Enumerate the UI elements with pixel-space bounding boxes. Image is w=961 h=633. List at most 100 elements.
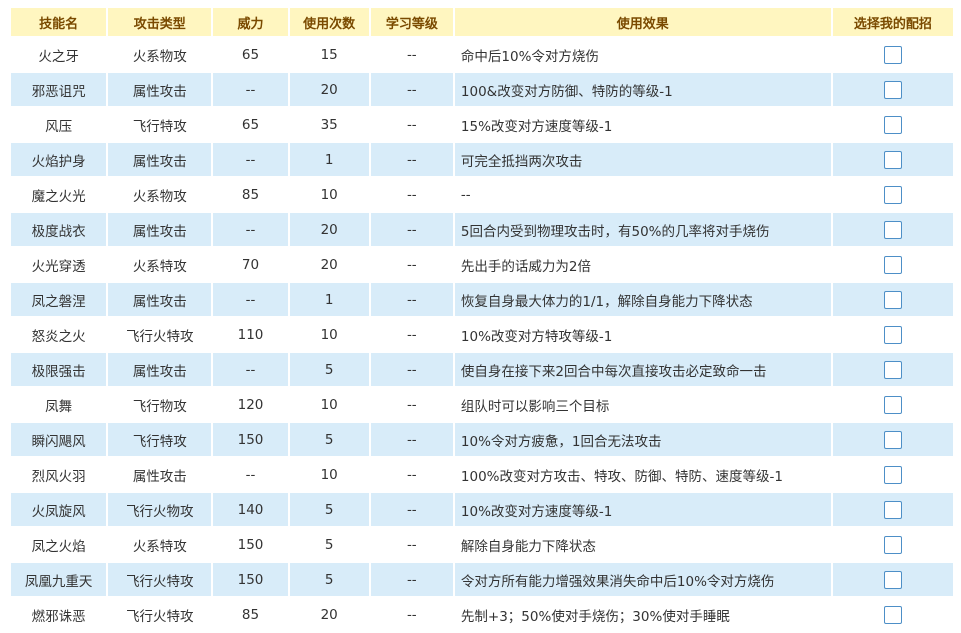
select-move-checkbox[interactable]: [883, 290, 902, 309]
power-cell: 150: [213, 423, 288, 456]
learn-level-cell: --: [370, 528, 453, 561]
select-cell: [832, 423, 953, 456]
learn-level-cell: --: [370, 563, 453, 596]
learn-level-cell: --: [370, 318, 453, 351]
skill-name-cell: 火焰护身: [11, 143, 107, 176]
select-cell: [832, 563, 953, 596]
skill-name-cell: 邪恶诅咒: [11, 73, 107, 106]
effect-cell: 使自身在接下来2回合中每次直接攻击必定致命一击: [454, 353, 831, 386]
select-move-checkbox[interactable]: [883, 500, 902, 519]
select-move-checkbox[interactable]: [883, 465, 902, 484]
skill-name-cell: 火光穿透: [11, 248, 107, 281]
select-cell: [832, 178, 953, 211]
table-row: 烈风火羽 属性攻击 -- 10 -- 100%改变对方攻击、特攻、防御、特防、速度等级-1: [11, 458, 953, 491]
power-cell: 65: [213, 108, 288, 141]
table-row: 魔之火光 火系物攻 85 10 -- --: [11, 178, 953, 211]
power-cell: --: [213, 458, 288, 491]
use-count-cell: 10: [289, 318, 369, 351]
learn-level-cell: --: [370, 283, 453, 316]
select-cell: [832, 213, 953, 246]
use-count-cell: 10: [289, 178, 369, 211]
use-count-cell: 20: [289, 73, 369, 106]
learn-level-cell: --: [370, 143, 453, 176]
use-count-cell: 5: [289, 528, 369, 561]
use-count-cell: 20: [289, 248, 369, 281]
attack-type-cell: 飞行特攻: [108, 108, 212, 141]
power-cell: 65: [213, 38, 288, 71]
skill-table-container: 技能名 攻击类型 威力 使用次数 学习等级 使用效果 选择我的配招 火之牙 火系物…: [11, 8, 953, 633]
power-cell: 140: [213, 493, 288, 526]
select-move-checkbox[interactable]: [883, 185, 902, 204]
header-power: 威力: [213, 8, 288, 36]
attack-type-cell: 属性攻击: [108, 458, 212, 491]
effect-cell: 可完全抵挡两次攻击: [454, 143, 831, 176]
effect-cell: 10%改变对方特攻等级-1: [454, 318, 831, 351]
attack-type-cell: 飞行火特攻: [108, 598, 212, 631]
select-move-checkbox[interactable]: [883, 80, 902, 99]
attack-type-cell: 属性攻击: [108, 353, 212, 386]
effect-cell: 15%改变对方速度等级-1: [454, 108, 831, 141]
select-move-checkbox[interactable]: [883, 255, 902, 274]
table-row: 极限强击 属性攻击 -- 5 -- 使自身在接下来2回合中每次直接攻击必定致命一击: [11, 353, 953, 386]
select-cell: [832, 493, 953, 526]
attack-type-cell: 属性攻击: [108, 143, 212, 176]
effect-cell: 组队时可以影响三个目标: [454, 388, 831, 421]
select-move-checkbox[interactable]: [883, 430, 902, 449]
use-count-cell: 20: [289, 598, 369, 631]
attack-type-cell: 飞行特攻: [108, 423, 212, 456]
power-cell: --: [213, 283, 288, 316]
table-row: 火焰护身 属性攻击 -- 1 -- 可完全抵挡两次攻击: [11, 143, 953, 176]
effect-cell: 5回合内受到物理攻击时，有50%的几率将对手烧伤: [454, 213, 831, 246]
effect-cell: 10%令对方疲惫，1回合无法攻击: [454, 423, 831, 456]
select-move-checkbox[interactable]: [883, 150, 902, 169]
learn-level-cell: --: [370, 388, 453, 421]
table-row: 凤之火焰 火系特攻 150 5 -- 解除自身能力下降状态: [11, 528, 953, 561]
select-move-checkbox[interactable]: [883, 325, 902, 344]
table-header-row: 技能名 攻击类型 威力 使用次数 学习等级 使用效果 选择我的配招: [11, 8, 953, 36]
select-move-checkbox[interactable]: [883, 395, 902, 414]
select-cell: [832, 283, 953, 316]
skill-name-cell: 凤舞: [11, 388, 107, 421]
attack-type-cell: 属性攻击: [108, 213, 212, 246]
effect-cell: 解除自身能力下降状态: [454, 528, 831, 561]
effect-cell: 令对方所有能力增强效果消失命中后10%令对方烧伤: [454, 563, 831, 596]
learn-level-cell: --: [370, 423, 453, 456]
select-cell: [832, 108, 953, 141]
skill-table: 技能名 攻击类型 威力 使用次数 学习等级 使用效果 选择我的配招 火之牙 火系物…: [9, 6, 955, 633]
select-cell: [832, 318, 953, 351]
header-learn-level: 学习等级: [370, 8, 453, 36]
select-move-checkbox[interactable]: [883, 570, 902, 589]
select-move-checkbox[interactable]: [883, 45, 902, 64]
select-move-checkbox[interactable]: [883, 605, 902, 624]
table-row: 风压 飞行特攻 65 35 -- 15%改变对方速度等级-1: [11, 108, 953, 141]
table-row: 凤凰九重天 飞行火特攻 150 5 -- 令对方所有能力增强效果消失命中后10%令对方烧伤: [11, 563, 953, 596]
select-move-checkbox[interactable]: [883, 535, 902, 554]
select-move-checkbox[interactable]: [883, 360, 902, 379]
power-cell: 70: [213, 248, 288, 281]
header-effect: 使用效果: [454, 8, 831, 36]
skill-name-cell: 极限强击: [11, 353, 107, 386]
attack-type-cell: 飞行火特攻: [108, 318, 212, 351]
skill-name-cell: 风压: [11, 108, 107, 141]
skill-name-cell: 烈风火羽: [11, 458, 107, 491]
use-count-cell: 15: [289, 38, 369, 71]
select-move-checkbox[interactable]: [883, 220, 902, 239]
select-move-checkbox[interactable]: [883, 115, 902, 134]
use-count-cell: 1: [289, 143, 369, 176]
use-count-cell: 5: [289, 493, 369, 526]
skill-name-cell: 极度战衣: [11, 213, 107, 246]
attack-type-cell: 飞行火特攻: [108, 563, 212, 596]
table-row: 凤舞 飞行物攻 120 10 -- 组队时可以影响三个目标: [11, 388, 953, 421]
power-cell: 85: [213, 178, 288, 211]
learn-level-cell: --: [370, 248, 453, 281]
skill-name-cell: 怒炎之火: [11, 318, 107, 351]
effect-cell: 100%改变对方攻击、特攻、防御、特防、速度等级-1: [454, 458, 831, 491]
select-cell: [832, 143, 953, 176]
use-count-cell: 5: [289, 353, 369, 386]
use-count-cell: 35: [289, 108, 369, 141]
header-use-count: 使用次数: [289, 8, 369, 36]
learn-level-cell: --: [370, 598, 453, 631]
skill-name-cell: 火凤旋风: [11, 493, 107, 526]
power-cell: --: [213, 353, 288, 386]
attack-type-cell: 飞行物攻: [108, 388, 212, 421]
